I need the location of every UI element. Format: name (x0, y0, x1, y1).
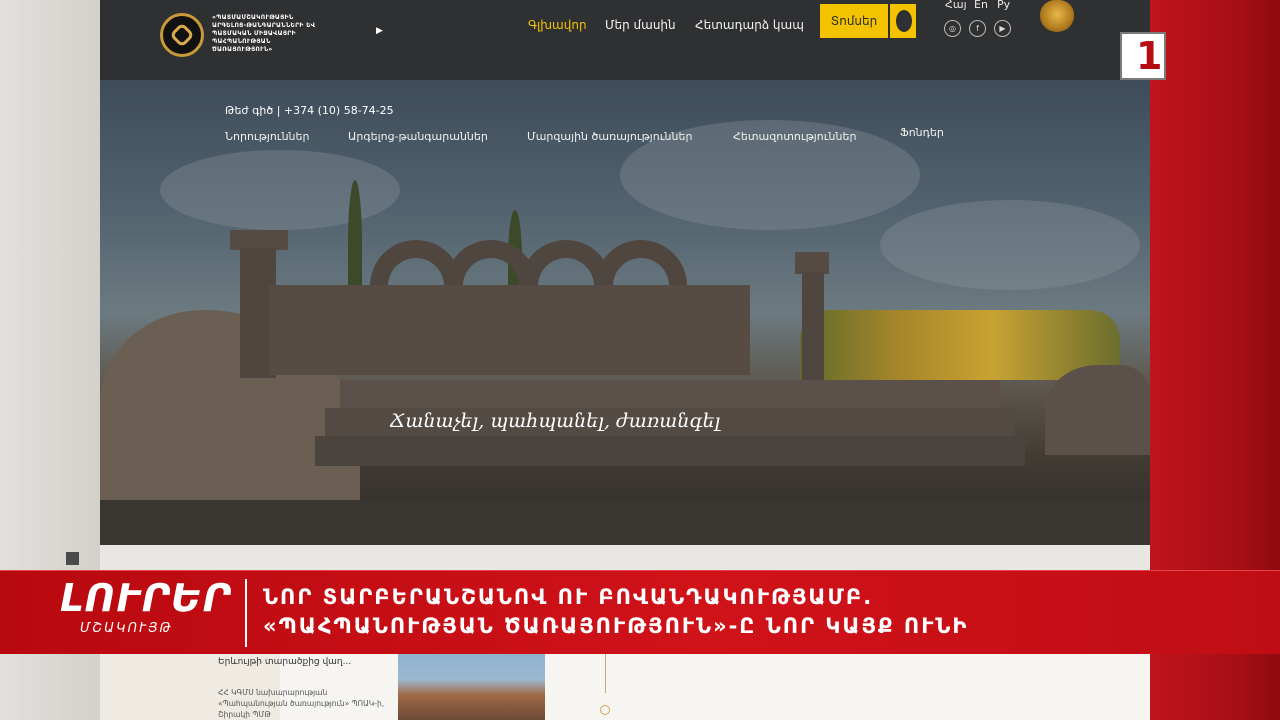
news-ticker: ԼՈՒՐԵՐ ՄՇԱԿՈՒՅԹ ՆՈՐ ՏԱՐԲԵՐԱՆՇԱՆՈՎ ՈՒ ԲՈՎ… (0, 570, 1280, 654)
facebook-icon[interactable]: f (969, 20, 986, 37)
lang-ru[interactable]: Ру (997, 0, 1010, 11)
mouse-cursor-icon: ▶ (376, 26, 383, 36)
logo-icon[interactable] (160, 13, 204, 57)
site-header: «ՊԱՏՄԱՄՇԱԿՈՒԹԱՅԻՆ ԱՐԳԵԼՈՑ-ԹԱՆԳԱՐԱՆՆԵՐԻ Ե… (100, 0, 1150, 80)
headline-line-1: ՆՈՐ ՏԱՐԲԵՐԱՆՇԱՆՈՎ ՈՒ ԲՈՎԱՆԴԱԿՈՒԹՅԱՄԲ. (263, 585, 874, 609)
headline-line-2: «ՊԱՀՊԱՆՈՒԹՅԱՆ ԾԱՌԱՅՈՒԹՅՈՒՆ»-Ը ՆՈՐ ԿԱՅՔ Ո… (263, 614, 969, 638)
program-subtitle: ՄՇԱԿՈՒՅԹ (80, 621, 173, 636)
menu-research[interactable]: Հետազոտություններ (733, 130, 856, 143)
ground (100, 500, 1150, 545)
hero-banner: Ճանաչել, պահպանել, ժառանգել (100, 80, 1150, 545)
hotline[interactable]: Թեժ գիծ | +374 (10) 58-74-25 (225, 104, 394, 117)
channel-logo: 1 (1120, 32, 1166, 80)
tickets-button[interactable]: Տոմսեր (820, 4, 888, 38)
news-image[interactable] (398, 653, 545, 720)
youtube-icon[interactable]: ▶ (994, 20, 1011, 37)
hero-slogan: Ճանաչել, պահպանել, ժառանգել (389, 410, 721, 432)
nav-contact[interactable]: Հետադարձ կապ (695, 18, 804, 32)
coat-of-arms-icon (1040, 0, 1074, 32)
nav-about[interactable]: Մեր մասին (605, 18, 676, 32)
nav-home[interactable]: Գլխավոր (528, 18, 587, 32)
ticker-divider (245, 579, 247, 647)
website-screenshot: «ՊԱՏՄԱՄՇԱԿՈՒԹԱՅԻՆ ԱՐԳԵԼՈՑ-ԹԱՆԳԱՐԱՆՆԵՐԻ Ե… (100, 0, 1150, 548)
menu-news[interactable]: Նորություններ (225, 130, 309, 143)
lang-hy[interactable]: Հայ (945, 0, 967, 11)
timeline-dot-icon (600, 705, 610, 715)
tickets-tab-icon[interactable] (890, 4, 916, 38)
menu-regional[interactable]: Մարզային ծառայություններ (527, 130, 692, 143)
lang-en[interactable]: En (974, 0, 988, 11)
menu-museums[interactable]: Արգելոց-թանգարաններ (348, 130, 488, 143)
timeline-line (605, 653, 606, 693)
instagram-icon[interactable]: ◎ (944, 20, 961, 37)
menu-funds[interactable]: Ֆոնդեր (900, 126, 944, 139)
program-title: ԼՈՒՐԵՐ (60, 576, 232, 620)
corner-square (66, 552, 79, 565)
channel-number: 1 (1136, 34, 1163, 78)
headline: ՆՈՐ ՏԱՐԲԵՐԱՆՇԱՆՈՎ ՈՒ ԲՈՎԱՆԴԱԿՈՒԹՅԱՄԲ. «Պ… (263, 583, 968, 641)
news-excerpt: ՀՀ ԿԳՄՍ նախարարության «Պահպանության ծառա… (218, 688, 385, 719)
news-section: Երևույթի տարածքից վաղ... ՀՀ ԿԳՄՍ նախարար… (100, 653, 1150, 720)
rocky-hill-right (1045, 365, 1150, 455)
news-title[interactable]: Երևույթի տարածքից վաղ... (218, 657, 351, 667)
org-name: «ՊԱՏՄԱՄՇԱԿՈՒԹԱՅԻՆ ԱՐԳԵԼՈՑ-ԹԱՆԳԱՐԱՆՆԵՐԻ Ե… (212, 14, 316, 53)
